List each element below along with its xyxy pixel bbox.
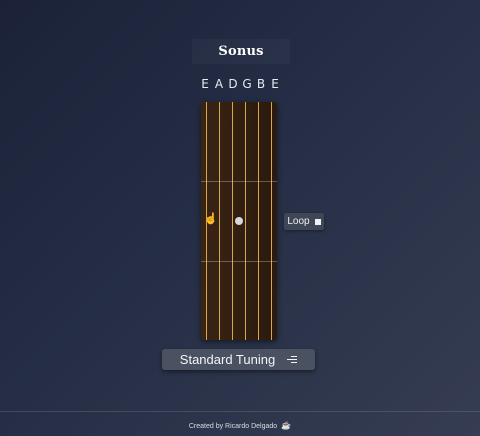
- menu-lines-icon: [287, 355, 298, 364]
- tuning-button[interactable]: Standard Tuning: [162, 349, 315, 370]
- footer-divider: [0, 411, 480, 412]
- guitar-string[interactable]: [258, 102, 259, 340]
- guitar-string[interactable]: [271, 102, 272, 340]
- footer-credit: Created by Ricardo Delgado: [188, 422, 278, 430]
- fret: [201, 181, 277, 182]
- fret-marker-dot: [235, 217, 243, 225]
- string-name: E: [271, 77, 279, 91]
- footer: Created by Ricardo Delgado ☕: [0, 420, 480, 432]
- tuning-label: Standard Tuning: [179, 352, 276, 367]
- string-name: D: [228, 77, 238, 91]
- string-name: E: [201, 77, 209, 91]
- hand-pointer-icon: ☝: [204, 213, 218, 225]
- loop-label: Loop: [287, 216, 310, 227]
- guitar-string[interactable]: [245, 102, 246, 340]
- string-name: G: [242, 77, 252, 91]
- app-title: Sonus: [218, 44, 264, 59]
- guitar-string[interactable]: [232, 102, 233, 340]
- app-title-box: Sonus: [193, 40, 289, 63]
- string-name: A: [214, 77, 224, 91]
- string-name: B: [256, 77, 266, 91]
- guitar-string[interactable]: [219, 102, 220, 340]
- fret: [201, 261, 277, 262]
- stop-square-icon: [314, 218, 321, 225]
- fretboard[interactable]: ☝: [201, 102, 277, 340]
- coffee-icon[interactable]: ☕: [281, 422, 291, 430]
- loop-button[interactable]: Loop: [284, 213, 324, 230]
- string-names: E A D G B E: [200, 77, 280, 91]
